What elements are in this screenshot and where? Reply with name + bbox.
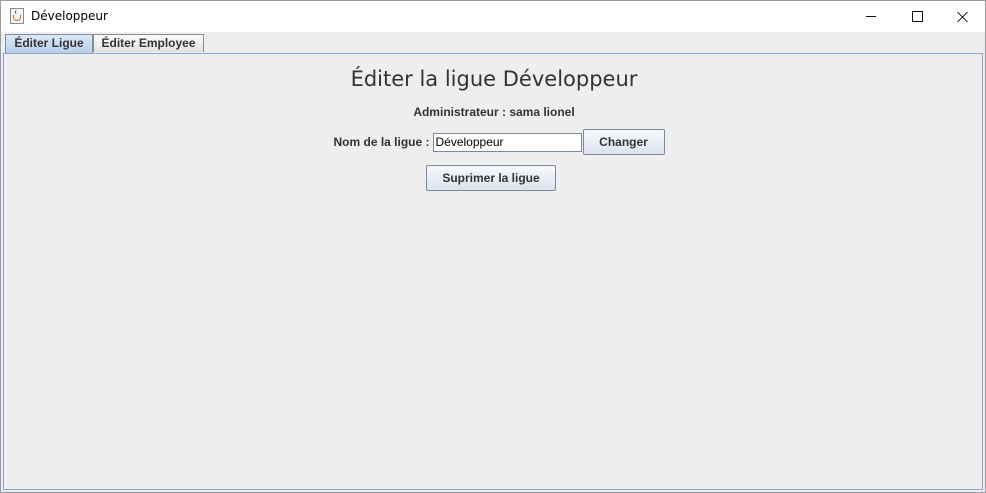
tab-bar: Éditer Ligue Éditer Employee [1, 32, 985, 54]
tab-editer-employee[interactable]: Éditer Employee [93, 34, 204, 52]
minimize-icon [866, 16, 876, 17]
change-button[interactable]: Changer [582, 129, 665, 155]
close-button[interactable] [940, 1, 986, 32]
java-cup-icon [10, 8, 24, 24]
minimize-button[interactable] [848, 1, 894, 32]
app-window: Développeur Éditer Ligue Éditer Employee… [0, 0, 986, 493]
window-title: Développeur [31, 9, 108, 23]
close-icon [957, 11, 969, 23]
title-bar[interactable]: Développeur [1, 1, 985, 32]
league-name-row: Nom de la ligue : Changer [4, 129, 984, 155]
league-name-input[interactable] [432, 132, 582, 152]
maximize-button[interactable] [894, 1, 940, 32]
administrator-label: Administrateur : sama lionel [413, 105, 575, 119]
delete-league-button[interactable]: Suprimer la ligue [426, 165, 556, 191]
league-name-label: Nom de la ligue : [333, 135, 430, 149]
content-panel: Éditer la ligue Développeur Administrate… [3, 53, 983, 490]
page-title: Éditer la ligue Développeur [350, 67, 638, 91]
tab-editer-ligue[interactable]: Éditer Ligue [5, 34, 93, 53]
maximize-icon [911, 11, 923, 22]
